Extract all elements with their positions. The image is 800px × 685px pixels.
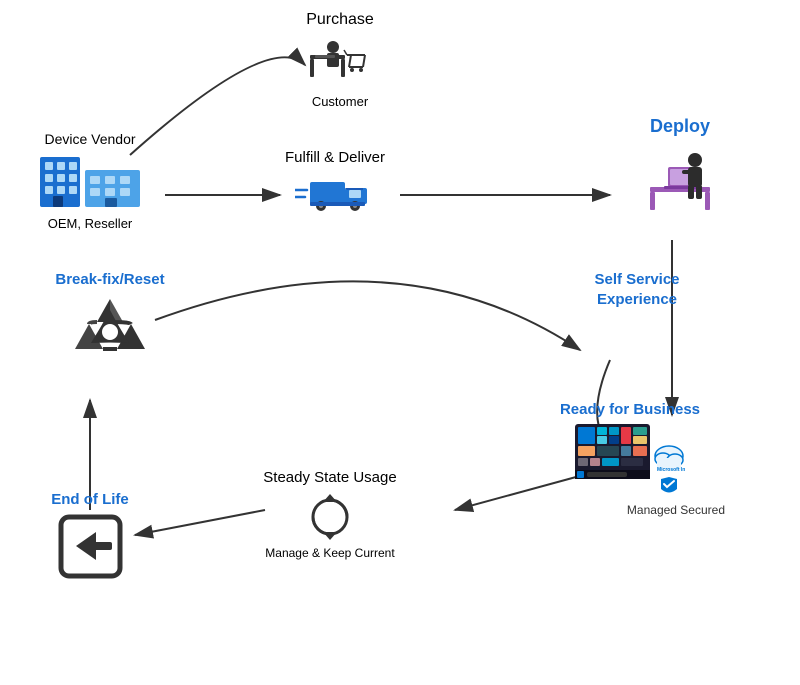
deploy-label: Deploy	[600, 115, 760, 138]
break-fix-label: Break-fix/Reset	[30, 270, 190, 290]
fulfill-icon	[255, 172, 415, 217]
self-service-label: Self Service Experience	[572, 270, 702, 309]
end-of-life-node: End of Life	[20, 490, 160, 583]
purchase-label: Purchase	[275, 10, 405, 31]
fulfill-node: Fulfill & Deliver	[255, 148, 415, 221]
steady-state-label: Steady State Usage	[230, 468, 430, 488]
steady-state-sublabel: Manage & Keep Current	[230, 546, 430, 562]
ready-for-business-icon: Microsoft Intune	[530, 424, 730, 499]
steady-state-node: Steady State Usage Manage & Keep Current	[230, 468, 430, 561]
purchase-icon	[275, 35, 405, 90]
end-of-life-label: End of Life	[20, 490, 160, 510]
purchase-sublabel: Customer	[275, 94, 405, 111]
managed-secured-label: Managed Secured	[530, 503, 730, 517]
diagram-container: Purchase	[0, 0, 800, 685]
break-fix-icon	[30, 294, 190, 364]
ready-for-business-node: Ready for Business	[530, 400, 730, 517]
deploy-icon	[600, 142, 760, 212]
end-of-life-icon	[20, 514, 160, 579]
device-vendor-label: Device Vendor	[15, 130, 165, 148]
deploy-node: Deploy	[600, 115, 760, 216]
ready-for-business-label: Ready for Business	[530, 400, 730, 420]
fulfill-label: Fulfill & Deliver	[255, 148, 415, 168]
svg-text:Microsoft Intune: Microsoft Intune	[657, 467, 685, 473]
purchase-node: Purchase	[275, 10, 405, 111]
break-fix-node: Break-fix/Reset	[30, 270, 190, 368]
device-vendor-sublabel: OEM, Reseller	[15, 216, 165, 233]
steady-state-icon	[230, 492, 430, 542]
self-service-node: Self Service Experience	[572, 270, 702, 309]
device-vendor-node: Device Vendor	[15, 130, 165, 233]
device-vendor-icon	[15, 152, 165, 212]
